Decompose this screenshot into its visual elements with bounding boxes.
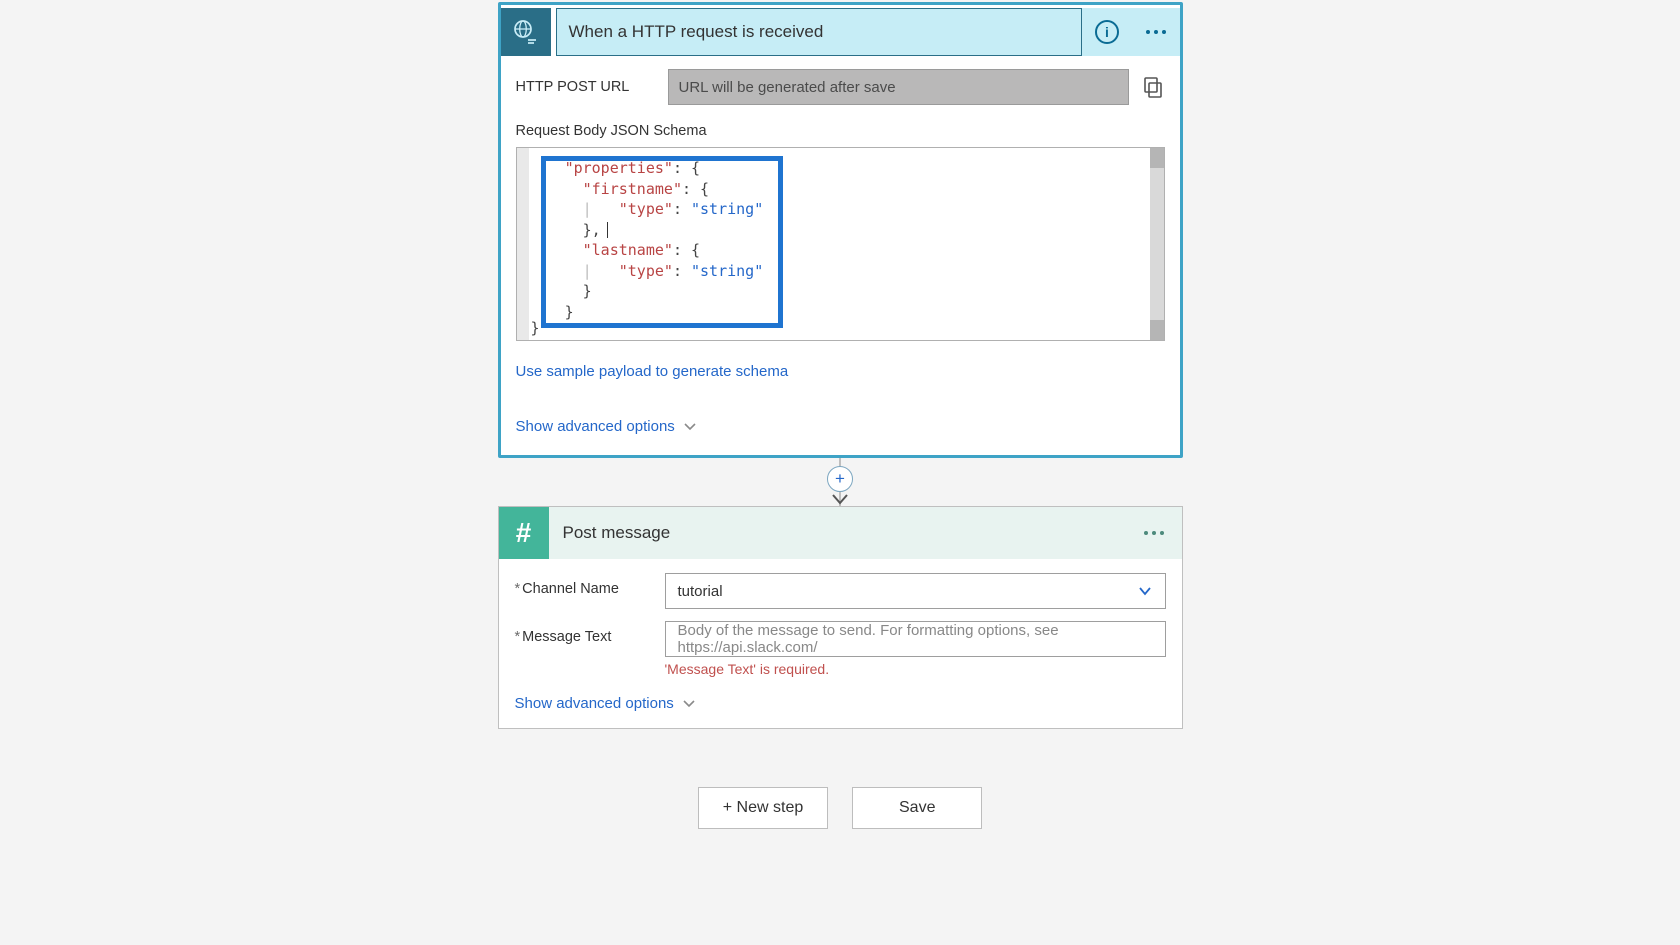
- http-url-value: URL will be generated after save: [679, 79, 896, 96]
- trigger-menu-icon[interactable]: [1146, 30, 1166, 34]
- chevron-down-icon: [1137, 583, 1153, 599]
- trigger-card: When a HTTP request is received i HTTP P…: [498, 2, 1183, 458]
- message-text-input[interactable]: Body of the message to send. For formatt…: [665, 621, 1166, 657]
- action-menu-icon[interactable]: [1144, 531, 1182, 535]
- http-url-field: URL will be generated after save: [668, 69, 1129, 105]
- channel-name-value: tutorial: [678, 583, 723, 600]
- footer: + New step Save: [498, 787, 1183, 829]
- message-text-placeholder: Body of the message to send. For formatt…: [678, 622, 1153, 656]
- new-step-button[interactable]: + New step: [698, 787, 828, 829]
- show-advanced-text: Show advanced options: [516, 418, 675, 435]
- schema-closing-brace: }: [531, 319, 540, 337]
- action-show-advanced-text: Show advanced options: [515, 695, 674, 712]
- chevron-down-icon: [682, 697, 696, 711]
- info-icon[interactable]: i: [1095, 20, 1119, 44]
- action-card: # Post message *Channel Name tutorial *M…: [498, 506, 1183, 729]
- save-button[interactable]: Save: [852, 787, 982, 829]
- trigger-title: When a HTTP request is received: [556, 8, 1082, 56]
- scrollbar-thumb[interactable]: [1150, 148, 1164, 168]
- editor-gutter: [517, 148, 529, 340]
- action-show-advanced-link[interactable]: Show advanced options: [515, 695, 696, 712]
- slack-icon: #: [499, 507, 549, 559]
- scrollbar-thumb[interactable]: [1150, 320, 1164, 340]
- connector: +: [498, 458, 1183, 506]
- http-request-icon: [501, 8, 551, 56]
- trigger-header[interactable]: When a HTTP request is received i: [501, 5, 1180, 59]
- copy-icon[interactable]: [1141, 75, 1165, 99]
- action-header[interactable]: # Post message: [499, 507, 1182, 559]
- show-advanced-options-link[interactable]: Show advanced options: [516, 418, 697, 435]
- use-sample-payload-link[interactable]: Use sample payload to generate schema: [516, 363, 789, 380]
- message-text-label: *Message Text: [515, 621, 665, 645]
- arrow-down-icon: [830, 492, 850, 506]
- channel-name-label: *Channel Name: [515, 573, 665, 597]
- text-cursor: [607, 222, 608, 238]
- schema-label: Request Body JSON Schema: [516, 123, 1165, 139]
- channel-name-select[interactable]: tutorial: [665, 573, 1166, 609]
- schema-editor[interactable]: "properties": { "firstname": { | "type":…: [516, 147, 1165, 341]
- trigger-title-text: When a HTTP request is received: [569, 22, 824, 42]
- editor-scrollbar[interactable]: [1150, 148, 1164, 340]
- add-step-between-button[interactable]: +: [827, 466, 853, 492]
- http-url-label: HTTP POST URL: [516, 79, 656, 95]
- chevron-down-icon: [683, 420, 697, 434]
- action-title: Post message: [549, 523, 1144, 543]
- message-text-error: 'Message Text' is required.: [665, 661, 1166, 677]
- schema-code: "properties": { "firstname": { | "type":…: [547, 158, 764, 322]
